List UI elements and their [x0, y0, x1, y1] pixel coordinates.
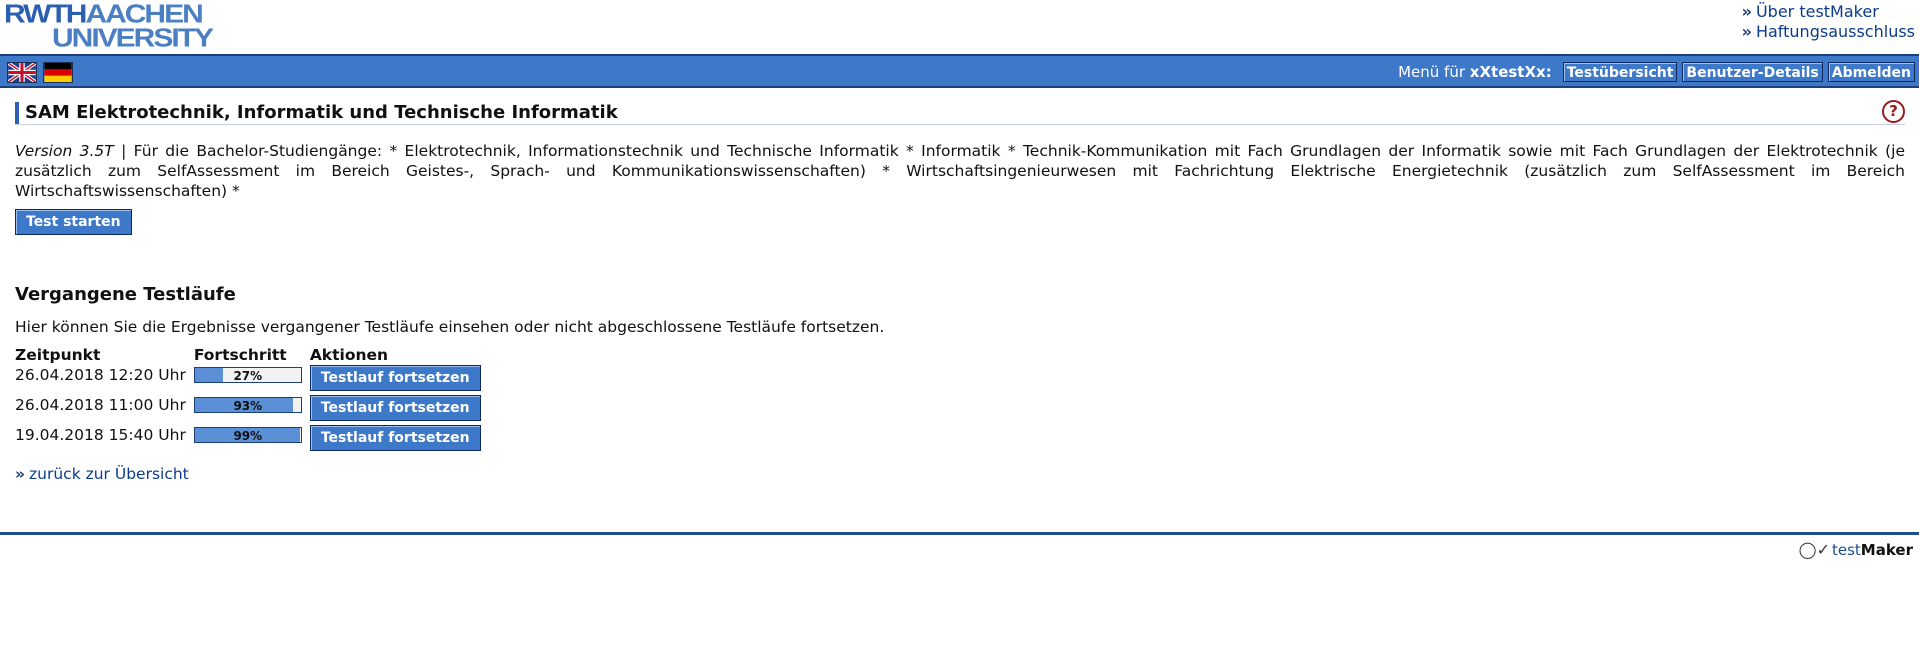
- run-time: 19.04.2018 15:40 Uhr: [15, 426, 186, 444]
- top-links: » Über testMaker » Haftungsausschluss: [1741, 2, 1915, 41]
- version-label: Version 3.5T: [15, 142, 114, 160]
- test-overview-button[interactable]: Testübersicht: [1562, 62, 1678, 82]
- continue-run-button[interactable]: Testlauf fortsetzen: [309, 395, 481, 421]
- back-link-container: » zurück zur Übersicht: [15, 465, 189, 483]
- de-flag-icon[interactable]: [43, 62, 73, 83]
- table-row: 26.04.2018 12:20 Uhr 27% Testlauf fortse…: [15, 365, 489, 395]
- logout-button[interactable]: Abmelden: [1827, 62, 1915, 82]
- about-testmaker-link[interactable]: Über testMaker: [1756, 2, 1879, 21]
- table-row: 19.04.2018 15:40 Uhr 99% Testlauf fortse…: [15, 425, 489, 455]
- column-header: Fortschritt: [193, 346, 287, 364]
- page-title-bar: SAM Elektrotechnik, Informatik und Techn…: [15, 100, 1905, 125]
- menu-bar: Menü für xXtestXx: Testübersicht Benutze…: [0, 54, 1919, 88]
- run-time: 26.04.2018 11:00 Uhr: [15, 396, 186, 414]
- table-row: 26.04.2018 11:00 Uhr 93% Testlauf fortse…: [15, 395, 489, 425]
- header: RWTHAACHEN UNIVERSITY » Über testMaker » H…: [0, 0, 1919, 54]
- past-runs-info: Hier können Sie die Ergebnisse vergangen…: [15, 318, 885, 336]
- help-icon[interactable]: ?: [1882, 100, 1905, 123]
- page-title: SAM Elektrotechnik, Informatik und Techn…: [25, 102, 618, 123]
- testmaker-logo: ◯✓ testMaker: [1798, 540, 1913, 559]
- past-runs-heading: Vergangene Testläufe: [15, 284, 236, 305]
- column-header: Zeitpunkt: [15, 346, 101, 364]
- testmaker-logo-icon: ◯✓: [1798, 540, 1830, 559]
- footer-divider: [0, 532, 1919, 535]
- rwth-logo[interactable]: RWTHAACHEN UNIVERSITY: [4, 0, 214, 54]
- continue-run-button[interactable]: Testlauf fortsetzen: [309, 425, 481, 451]
- main-content: SAM Elektrotechnik, Informatik und Techn…: [15, 88, 1905, 483]
- progress-bar: 27%: [193, 367, 302, 383]
- run-time: 26.04.2018 12:20 Uhr: [15, 366, 186, 384]
- progress-bar: 93%: [193, 397, 302, 413]
- user-menu: Menü für xXtestXx: Testübersicht Benutze…: [1398, 62, 1915, 82]
- past-runs-table: Zeitpunkt Fortschritt Aktionen 26.04.201…: [15, 345, 489, 455]
- continue-run-button[interactable]: Testlauf fortsetzen: [309, 365, 481, 391]
- start-test-button[interactable]: Test starten: [15, 209, 132, 235]
- progress-bar: 99%: [193, 427, 302, 443]
- disclaimer-link[interactable]: Haftungsausschluss: [1756, 22, 1915, 41]
- uk-flag-icon[interactable]: [7, 62, 37, 83]
- user-details-button[interactable]: Benutzer-Details: [1682, 62, 1823, 82]
- back-to-overview-link[interactable]: zurück zur Übersicht: [29, 465, 189, 483]
- username: xXtestXx:: [1469, 63, 1552, 81]
- test-description: Version 3.5T | Für die Bachelor-Studieng…: [15, 142, 1905, 200]
- column-header: Aktionen: [309, 346, 389, 364]
